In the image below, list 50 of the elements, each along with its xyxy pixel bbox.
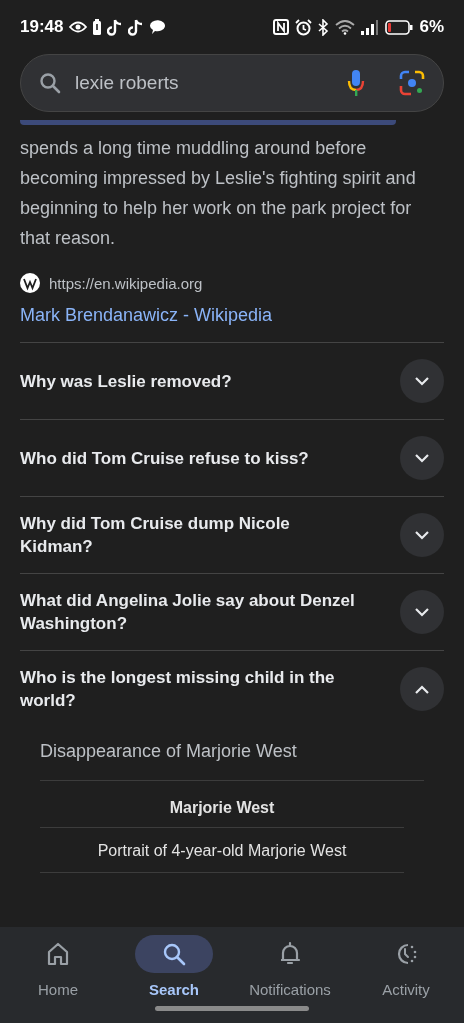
question-row[interactable]: Who did Tom Cruise refuse to kiss? <box>20 419 444 496</box>
chat-bubble-icon <box>149 19 167 35</box>
nav-tab[interactable]: Home <box>3 935 113 1023</box>
question-row[interactable]: Who is the longest missing child in the world? <box>20 650 444 727</box>
music-note-icon <box>128 18 144 36</box>
status-time: 19:48 <box>20 17 64 37</box>
battery-percentage: 6% <box>419 17 444 37</box>
chevron-down-icon <box>415 376 429 386</box>
signal-icon <box>361 19 380 35</box>
question-text: Why did Tom Cruise dump Nicole Kidman? <box>20 513 291 558</box>
home-icon <box>47 942 69 966</box>
microphone-icon[interactable] <box>347 69 365 97</box>
expand-button[interactable] <box>400 513 444 557</box>
image-caption: Portrait of 4-year-old Marjorie West <box>40 828 404 873</box>
chevron-up-icon <box>415 684 429 694</box>
wikipedia-icon <box>20 273 40 293</box>
question-row[interactable]: Why did Tom Cruise dump Nicole Kidman? <box>20 496 444 573</box>
nav-tab[interactable]: Notifications <box>235 935 345 1023</box>
answer-title: Disappearance of Marjorie West <box>40 741 424 781</box>
search-icon <box>162 942 186 966</box>
alarm-icon <box>295 18 313 36</box>
expand-button[interactable] <box>400 590 444 634</box>
infobox-title: Marjorie West <box>40 781 404 828</box>
question-row[interactable]: What did Angelina Jolie say about Denzel Washington? <box>20 573 444 650</box>
question-text: What did Angelina Jolie say about Denzel Washington? <box>20 590 356 635</box>
battery-icon <box>385 19 414 35</box>
question-text: Who is the longest missing child in the world? <box>20 667 336 712</box>
search-field[interactable]: lexie roberts <box>75 72 333 94</box>
result-link[interactable]: Mark Brendanawicz - Wikipedia <box>20 305 273 326</box>
expand-button[interactable] <box>400 667 444 711</box>
question-text: Why was Leslie removed? <box>20 370 233 393</box>
source-url: https://en.wikipedia.org <box>49 274 203 292</box>
nav-tab[interactable]: Activity <box>351 935 461 1023</box>
chevron-down-icon <box>415 530 429 540</box>
bell-icon <box>279 941 301 967</box>
battery-alert-icon <box>93 19 102 35</box>
question-text: Who did Tom Cruise refuse to kiss? <box>20 447 310 470</box>
chevron-down-icon <box>415 453 429 463</box>
question-row[interactable]: Why was Leslie removed? <box>20 342 444 419</box>
nfc-icon <box>273 19 290 35</box>
wifi-icon <box>335 19 356 35</box>
expand-button[interactable] <box>400 436 444 480</box>
snippet-text: spends a long time muddling around before becoming impressed by Leslie's fighting spirit and beginning to help her work on the park project for that reason. <box>20 137 417 250</box>
camera-lens-icon[interactable] <box>399 70 425 96</box>
bluetooth-icon <box>318 18 330 36</box>
eye-icon <box>69 21 88 33</box>
expand-button[interactable] <box>400 359 444 403</box>
music-note-icon <box>107 18 123 36</box>
chevron-down-icon <box>415 607 429 617</box>
search-icon <box>39 72 61 94</box>
